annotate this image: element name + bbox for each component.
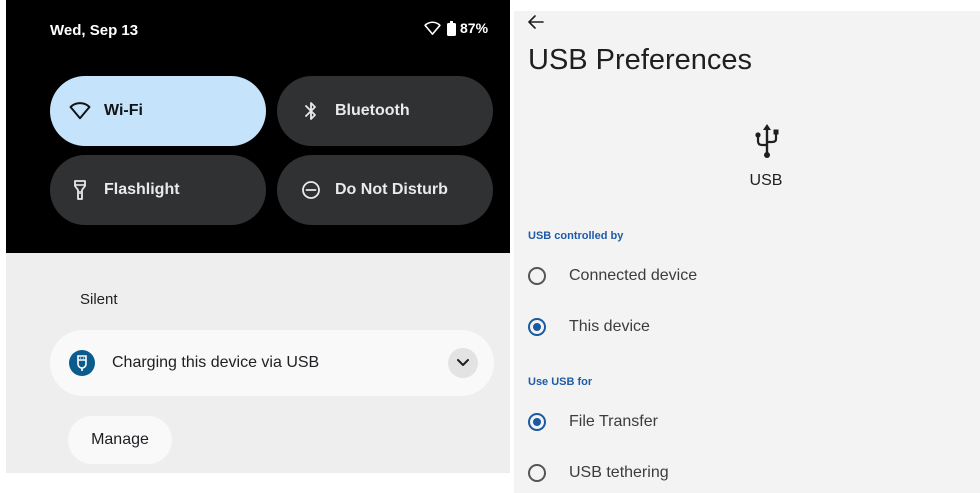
manage-button[interactable]: Manage: [68, 416, 172, 464]
usb-icon: [755, 124, 779, 160]
battery-icon: [447, 20, 456, 36]
option-label: This device: [569, 318, 650, 335]
flashlight-icon: [68, 178, 92, 202]
do-not-disturb-tile[interactable]: Do Not Disturb: [277, 155, 493, 225]
flashlight-tile[interactable]: Flashlight: [50, 155, 266, 225]
use-usb-for-heading: Use USB for: [528, 376, 593, 388]
bluetooth-icon: [299, 99, 323, 123]
chevron-down-icon: [457, 354, 469, 372]
dnd-tile-label: Do Not Disturb: [335, 181, 448, 198]
bluetooth-tile-label: Bluetooth: [335, 102, 410, 119]
quick-settings-header: Wed, Sep 13 87% Wi-Fi Bluetooth Flashlig…: [6, 0, 510, 253]
status-date: Wed, Sep 13: [50, 22, 139, 39]
option-connected-device[interactable]: Connected device: [528, 263, 697, 289]
page-title: USB Preferences: [528, 44, 753, 76]
usb-icon: [69, 350, 95, 376]
wifi-tile[interactable]: Wi-Fi: [50, 76, 266, 146]
option-this-device[interactable]: This device: [528, 314, 650, 340]
status-icons: 87%: [424, 20, 488, 36]
option-label: Connected device: [569, 267, 698, 284]
silent-section-label: Silent: [80, 291, 118, 308]
back-button[interactable]: [528, 15, 548, 33]
radio-button[interactable]: [528, 267, 546, 285]
battery-percentage: 87%: [460, 20, 489, 36]
radio-button-checked[interactable]: [528, 318, 546, 336]
wifi-signal-icon: [424, 21, 441, 36]
notification-text: Charging this device via USB: [112, 354, 320, 371]
usb-charging-notification[interactable]: Charging this device via USB: [50, 330, 494, 396]
radio-button[interactable]: [528, 464, 546, 482]
wifi-icon: [68, 99, 92, 123]
arrow-left-icon: [528, 15, 544, 33]
wifi-tile-label: Wi-Fi: [104, 102, 143, 119]
usb-controlled-by-heading: USB controlled by: [528, 230, 624, 242]
option-file-transfer[interactable]: File Transfer: [528, 409, 658, 435]
option-label: USB tethering: [569, 464, 669, 481]
expand-button[interactable]: [448, 348, 478, 378]
radio-button-checked[interactable]: [528, 413, 546, 431]
usb-label: USB: [749, 172, 783, 189]
do-not-disturb-icon: [299, 178, 323, 202]
option-label: File Transfer: [569, 413, 658, 430]
option-usb-tethering[interactable]: USB tethering: [528, 460, 669, 486]
quick-settings-panel: Wed, Sep 13 87% Wi-Fi Bluetooth Flashlig…: [6, 0, 510, 473]
usb-preferences-screen: USB Preferences USB USB controlled by Co…: [514, 11, 980, 493]
flashlight-tile-label: Flashlight: [104, 181, 180, 198]
bluetooth-tile[interactable]: Bluetooth: [277, 76, 493, 146]
